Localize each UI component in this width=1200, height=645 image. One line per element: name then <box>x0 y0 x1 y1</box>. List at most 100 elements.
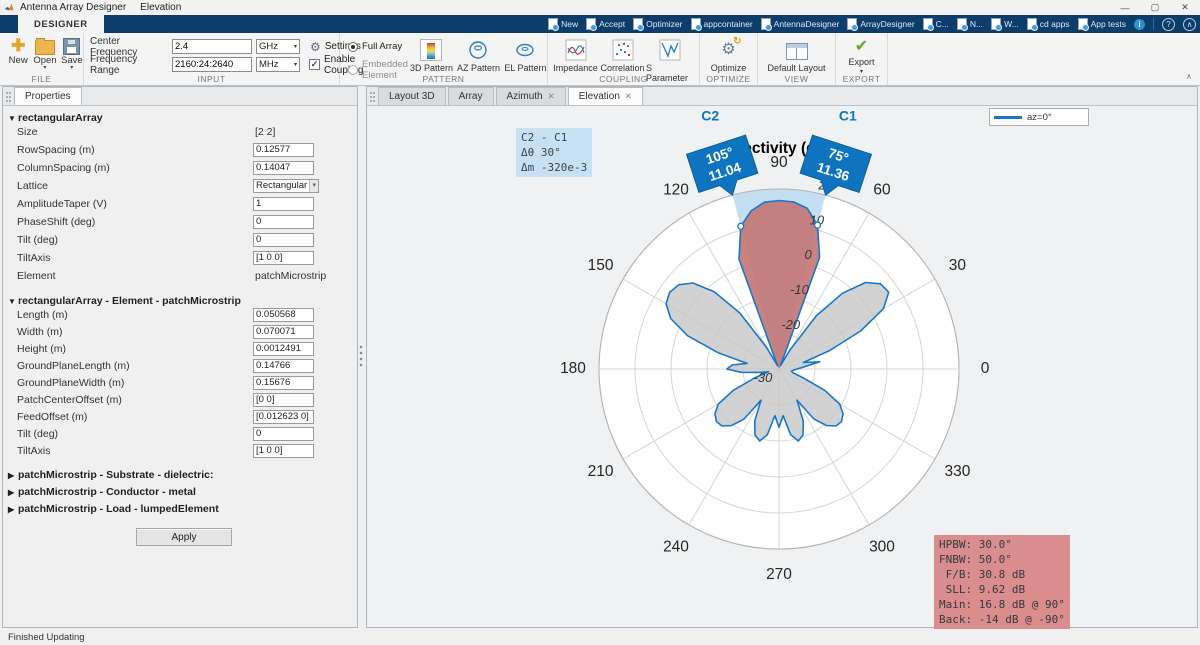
property-value-input[interactable]: 0.14766 <box>253 359 314 373</box>
collapse-toolstrip-icon[interactable]: ∧ <box>1183 18 1196 31</box>
doc-tab-array[interactable]: Array <box>448 87 494 105</box>
property-value-input[interactable]: 0.15676 <box>253 376 314 390</box>
section-label-coupling: COUPLING <box>548 74 699 84</box>
property-value-input[interactable]: 0.070071 <box>253 325 314 339</box>
panel-splitter-handle[interactable] <box>359 345 363 367</box>
property-row: PhaseShift (deg)0 <box>3 215 357 231</box>
quick-access-item[interactable]: C... <box>923 18 949 30</box>
collapse-ribbon-icon[interactable]: ∧ <box>1186 72 1192 81</box>
antenna-metrics-annotation[interactable]: HPBW: 30.0° FNBW: 50.0° F/B: 30.8 dB SLL… <box>934 535 1070 629</box>
property-section-header[interactable]: ▼rectangularArray - Element - patchMicro… <box>8 295 241 307</box>
panel-grip-icon[interactable] <box>5 91 12 103</box>
expand-arrow-icon[interactable]: ▼ <box>8 114 18 123</box>
tab-properties[interactable]: Properties <box>14 87 82 105</box>
apply-button[interactable]: Apply <box>136 528 232 546</box>
title-bar: Antenna Array Designer Elevation — ▢ ✕ <box>0 0 1200 15</box>
chevron-down-icon[interactable]: ▾ <box>70 66 73 70</box>
property-label: Length (m) <box>17 309 68 321</box>
frequency-range-unit-select[interactable]: MHz ▾ <box>256 57 300 72</box>
section-title: patchMicrostrip - Load - lumpedElement <box>18 503 219 515</box>
quick-access-item[interactable]: New <box>548 18 578 30</box>
property-label: PatchCenterOffset (m) <box>17 394 122 406</box>
shortcut-icon <box>761 18 771 30</box>
center-frequency-input[interactable] <box>172 39 252 54</box>
quick-access-item[interactable]: AntennaDesigner <box>761 18 840 30</box>
panel-grip-icon[interactable] <box>369 91 376 103</box>
collapse-arrow-icon[interactable]: ▶ <box>8 471 18 480</box>
center-frequency-unit-select[interactable]: GHz ▾ <box>256 39 300 54</box>
property-value-input[interactable]: [0 0] <box>253 393 314 407</box>
property-label: RowSpacing (m) <box>17 144 95 156</box>
quick-access-item[interactable]: Accept <box>586 18 625 30</box>
property-value-input[interactable]: 0.14047 <box>253 161 314 175</box>
property-value-input[interactable]: [1 0 0] <box>253 444 314 458</box>
close-tab-icon[interactable]: ✕ <box>625 91 632 102</box>
property-value-input[interactable]: [1 0 0] <box>253 251 314 265</box>
doc-title: Elevation <box>140 2 181 13</box>
quick-access-item[interactable]: App tests <box>1078 18 1126 30</box>
svg-text:150: 150 <box>588 257 614 274</box>
cursor-marker[interactable] <box>738 223 744 229</box>
close-tab-icon[interactable]: ✕ <box>548 91 555 102</box>
doc-tab-layout-3d[interactable]: Layout 3D <box>378 87 446 105</box>
doc-tab-azimuth[interactable]: Azimuth✕ <box>496 87 566 105</box>
shortcut-icon <box>586 18 596 30</box>
cursor-delta-annotation[interactable]: C2 - C1 Δθ 30° Δm -320e-3 <box>516 128 592 177</box>
full-array-radio[interactable]: Full Array <box>348 41 408 52</box>
quick-access-item[interactable]: W... <box>991 18 1019 30</box>
section-label-optimize: OPTIMIZE <box>700 74 757 84</box>
shortcut-icon <box>957 18 967 30</box>
info-icon[interactable]: i <box>1134 19 1145 30</box>
cursor-marker[interactable] <box>815 222 821 228</box>
tab-designer[interactable]: DESIGNER <box>18 15 104 33</box>
expand-arrow-icon[interactable]: ▼ <box>8 297 18 306</box>
close-button[interactable]: ✕ <box>1170 0 1200 15</box>
property-section-header[interactable]: ▶patchMicrostrip - Conductor - metal <box>8 486 196 498</box>
property-section-header[interactable]: ▶patchMicrostrip - Load - lumpedElement <box>8 503 219 515</box>
property-section-header[interactable]: ▼rectangularArray <box>8 112 103 124</box>
property-row: Size[2 2] <box>3 125 357 141</box>
property-row: LatticeRectangular▾ <box>3 179 357 195</box>
property-section-header[interactable]: ▶patchMicrostrip - Substrate - dielectri… <box>8 469 213 481</box>
help-icon[interactable]: ? <box>1162 18 1175 31</box>
settings-gear-icon[interactable]: ⚙ <box>310 41 321 53</box>
minimize-button[interactable]: — <box>1110 0 1140 15</box>
quick-access-item[interactable]: appcontainer <box>691 18 753 30</box>
property-value-input[interactable]: 0.0012491 <box>253 342 314 356</box>
property-value-select[interactable]: Rectangular▾ <box>253 179 319 193</box>
property-label: Tilt (deg) <box>17 428 58 440</box>
property-value-input[interactable]: 1 <box>253 197 314 211</box>
maximize-button[interactable]: ▢ <box>1140 0 1170 15</box>
shortcut-icon <box>1078 18 1088 30</box>
property-label: GroundPlaneLength (m) <box>17 360 130 372</box>
ribbon-section-export: ✔ Export ▾ EXPORT <box>836 33 888 85</box>
property-value-input[interactable]: 0 <box>253 215 314 229</box>
svg-text:-10: -10 <box>790 282 810 297</box>
ribbon-section-optimize: ⚙ ↻ Optimize OPTIMIZE <box>700 33 758 85</box>
save-disk-icon <box>63 38 80 55</box>
svg-text:330: 330 <box>944 463 970 480</box>
enable-coupling-checkbox[interactable]: ✓ <box>309 59 320 70</box>
property-label: TiltAxis <box>17 445 50 457</box>
property-value-input[interactable]: 0 <box>253 427 314 441</box>
quick-access-item[interactable]: N... <box>957 18 983 30</box>
quick-access-item[interactable]: ArrayDesigner <box>847 18 914 30</box>
collapse-arrow-icon[interactable]: ▶ <box>8 505 18 514</box>
el-pattern-icon <box>513 38 537 62</box>
property-value-input[interactable]: 0.050568 <box>253 308 314 322</box>
property-value-input[interactable]: 0 <box>253 233 314 247</box>
chevron-down-icon[interactable]: ▾ <box>43 66 46 70</box>
shortcut-icon <box>691 18 701 30</box>
default-layout-icon <box>785 38 809 62</box>
ribbon-filler: ∧ <box>888 33 1200 85</box>
doc-tab-elevation[interactable]: Elevation✕ <box>568 87 643 105</box>
frequency-range-input[interactable] <box>172 57 252 72</box>
collapse-arrow-icon[interactable]: ▶ <box>8 488 18 497</box>
property-value-input[interactable]: 0.12577 <box>253 143 314 157</box>
select-value: Rectangular <box>256 180 307 192</box>
legend[interactable]: az=0° <box>989 108 1089 126</box>
quick-access-item[interactable]: Optimizer <box>633 18 682 30</box>
property-row: AmplitudeTaper (V)1 <box>3 197 357 213</box>
property-value-input[interactable]: [0.012623 0] <box>253 410 314 424</box>
quick-access-item[interactable]: cd apps <box>1027 18 1070 30</box>
